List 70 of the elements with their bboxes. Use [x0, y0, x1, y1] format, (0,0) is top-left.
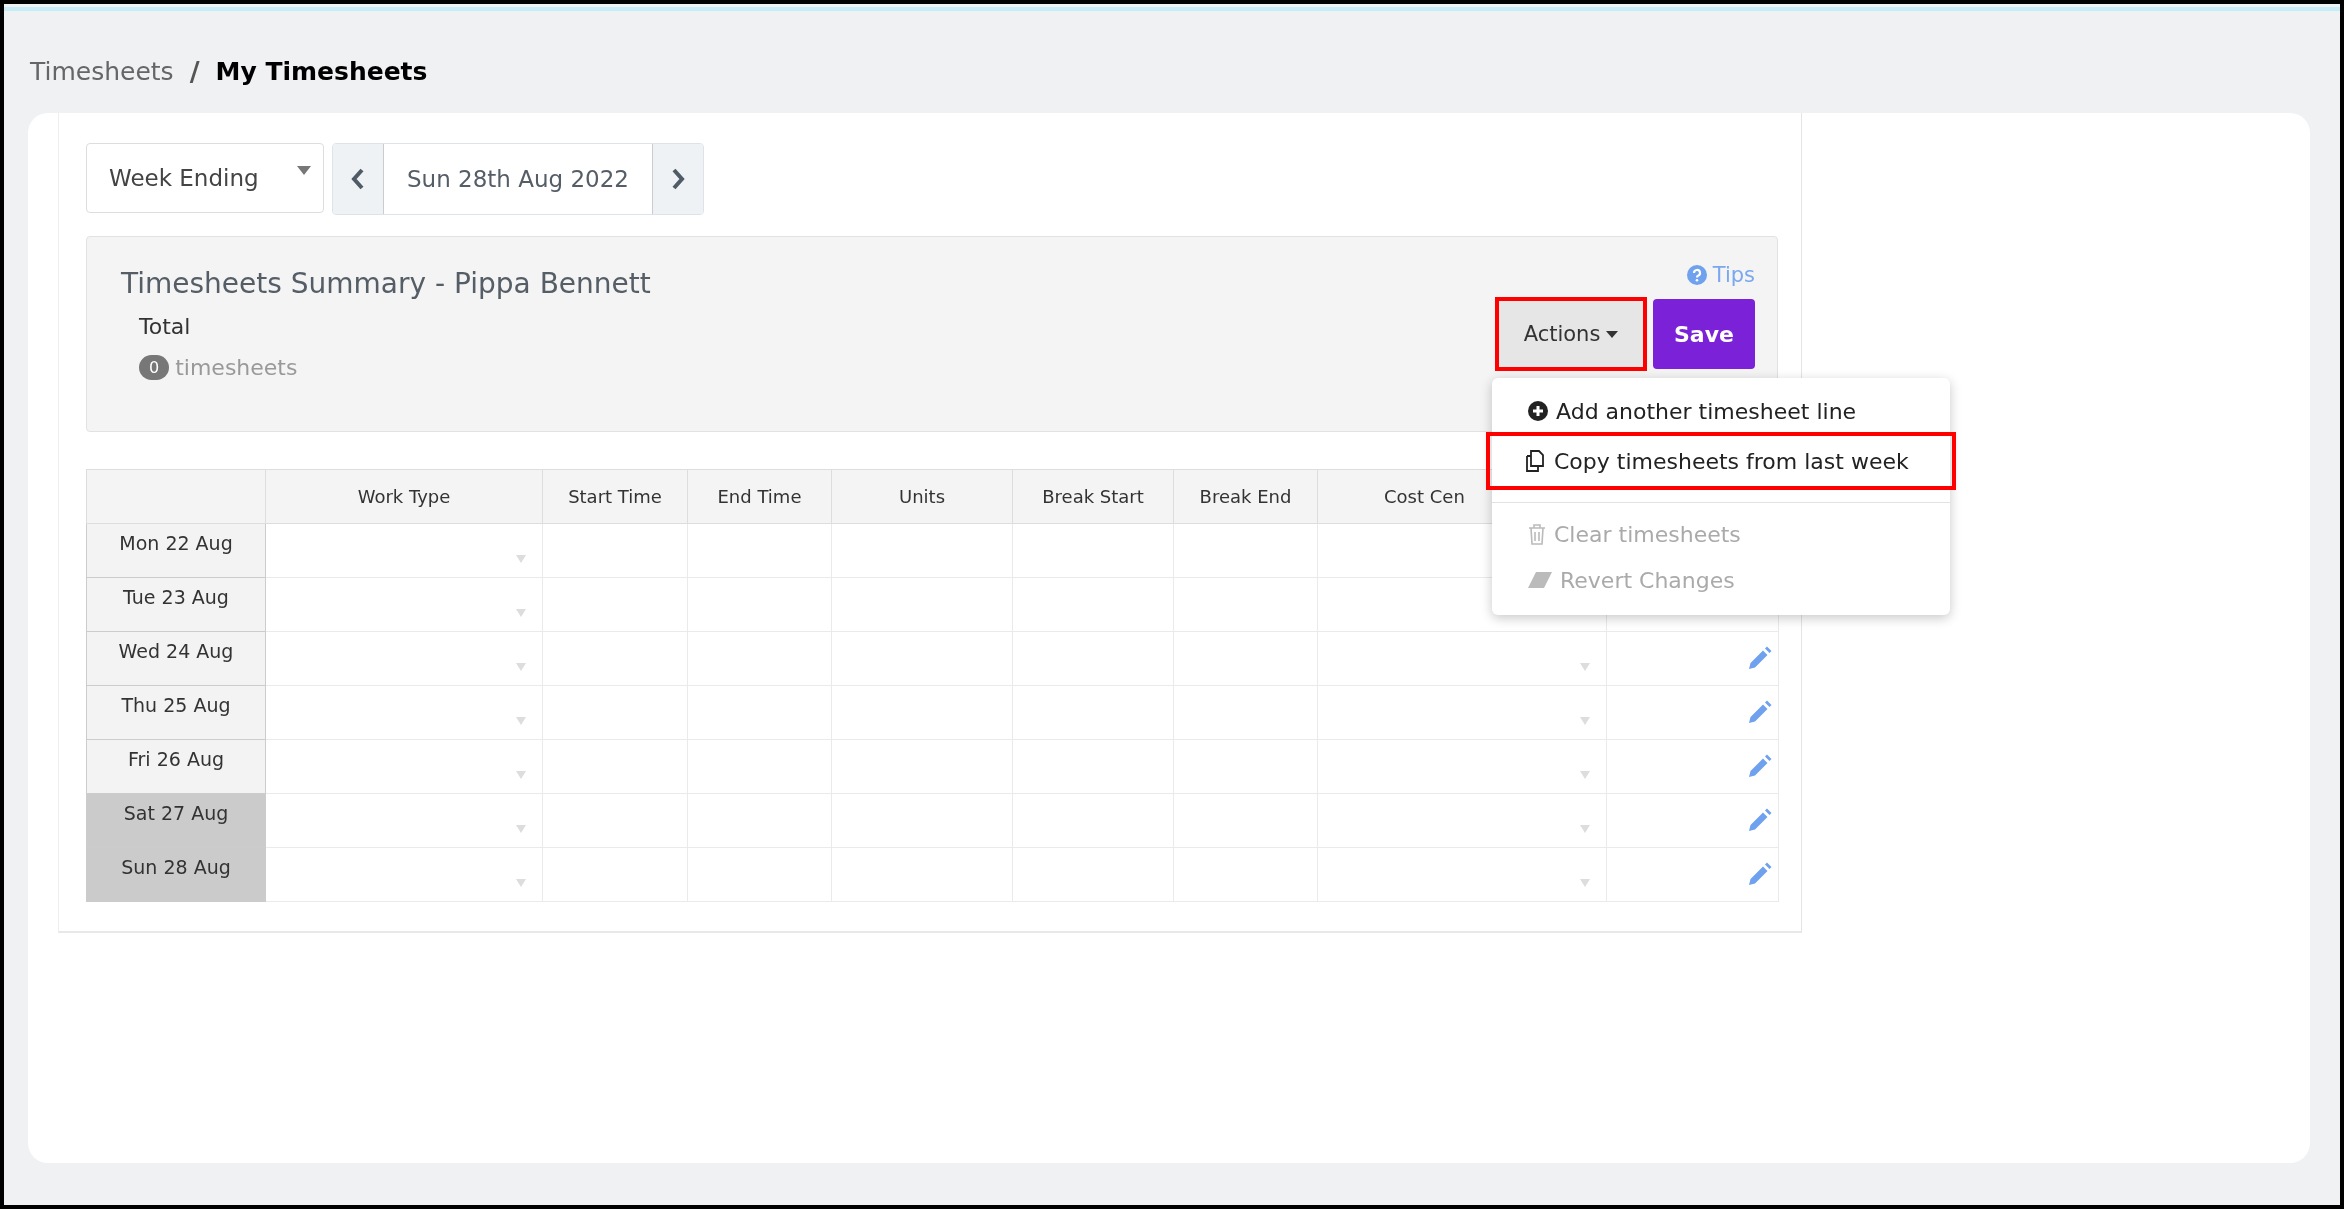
- column-header: Units: [831, 469, 1013, 524]
- trash-icon: [1528, 523, 1546, 545]
- eraser-icon: [1528, 572, 1552, 588]
- date-field[interactable]: Sun 28th Aug 2022: [383, 144, 653, 214]
- menu-item[interactable]: Add another timesheet line: [1492, 388, 1950, 434]
- next-week-button[interactable]: [653, 144, 703, 214]
- caret-icon: [516, 555, 526, 563]
- previous-week-button[interactable]: [333, 144, 383, 214]
- summary-title: Timesheets Summary - Pippa Bennett: [121, 267, 651, 300]
- plus-circle-icon: [1528, 401, 1548, 421]
- day-cell: Fri 26 Aug: [86, 739, 266, 794]
- caret-icon: [1580, 825, 1590, 833]
- column-header: End Time: [687, 469, 832, 524]
- column-header: Break Start: [1012, 469, 1174, 524]
- work-type-dropdown[interactable]: [265, 847, 543, 902]
- breadcrumb-link[interactable]: Timesheets: [30, 56, 174, 86]
- caret-icon: [516, 825, 526, 833]
- caret-icon: [297, 166, 311, 176]
- chevron-right-icon: [671, 168, 685, 190]
- pencil-icon[interactable]: [1746, 753, 1772, 780]
- pencil-icon[interactable]: [1746, 645, 1772, 672]
- column-header: Start Time: [542, 469, 688, 524]
- work-type-dropdown[interactable]: [265, 631, 543, 686]
- copy-icon: [1524, 450, 1546, 472]
- save-button[interactable]: Save: [1653, 299, 1755, 369]
- caret-icon: [1580, 717, 1590, 725]
- caret-icon: [516, 771, 526, 779]
- caret-icon: [516, 609, 526, 617]
- table-cell[interactable]: [687, 523, 832, 578]
- table-cell[interactable]: [542, 523, 688, 578]
- table-cell[interactable]: [1012, 523, 1174, 578]
- day-cell: Sat 27 Aug: [86, 793, 266, 848]
- table-cell[interactable]: [1173, 523, 1318, 578]
- caret-icon: [1580, 663, 1590, 671]
- cost-centre-dropdown[interactable]: [1317, 739, 1607, 794]
- caret-icon: [516, 717, 526, 725]
- total-label: Total: [139, 314, 191, 339]
- day-cell: Wed 24 Aug: [86, 631, 266, 686]
- cost-centre-dropdown[interactable]: [1317, 793, 1607, 848]
- count-badge: 0: [139, 355, 170, 380]
- pencil-icon[interactable]: [1746, 807, 1772, 834]
- page-title: My Timesheets: [215, 56, 428, 86]
- caret-icon: [1580, 879, 1590, 887]
- pencil-icon[interactable]: [1746, 861, 1772, 888]
- work-type-dropdown[interactable]: [265, 523, 543, 578]
- caret-icon: [516, 879, 526, 887]
- day-cell: Sun 28 Aug: [86, 847, 266, 902]
- caret-icon: [1580, 771, 1590, 779]
- actions-button[interactable]: Actions: [1497, 299, 1645, 369]
- cost-centre-dropdown[interactable]: [1317, 685, 1607, 740]
- day-cell: Thu 25 Aug: [86, 685, 266, 740]
- count-label: timesheets: [175, 355, 298, 380]
- pencil-icon[interactable]: [1746, 699, 1772, 726]
- work-type-dropdown[interactable]: [265, 577, 543, 632]
- work-type-dropdown[interactable]: [265, 685, 543, 740]
- work-type-dropdown[interactable]: [265, 739, 543, 794]
- caret-icon: [516, 663, 526, 671]
- column-header: Break End: [1173, 469, 1318, 524]
- cost-centre-dropdown[interactable]: [1317, 631, 1607, 686]
- help-icon: [1686, 265, 1707, 285]
- day-cell: Tue 23 Aug: [86, 577, 266, 632]
- breadcrumb-separator: /: [189, 55, 200, 87]
- table-cell[interactable]: [831, 523, 1013, 578]
- period-dropdown[interactable]: Week Ending: [86, 143, 324, 213]
- chevron-left-icon: [351, 168, 365, 190]
- cost-centre-dropdown[interactable]: [1317, 847, 1607, 902]
- column-header: Work Type: [265, 469, 543, 524]
- work-type-dropdown[interactable]: [265, 793, 543, 848]
- day-cell: Mon 22 Aug: [86, 523, 266, 578]
- caret-icon: [1606, 330, 1619, 338]
